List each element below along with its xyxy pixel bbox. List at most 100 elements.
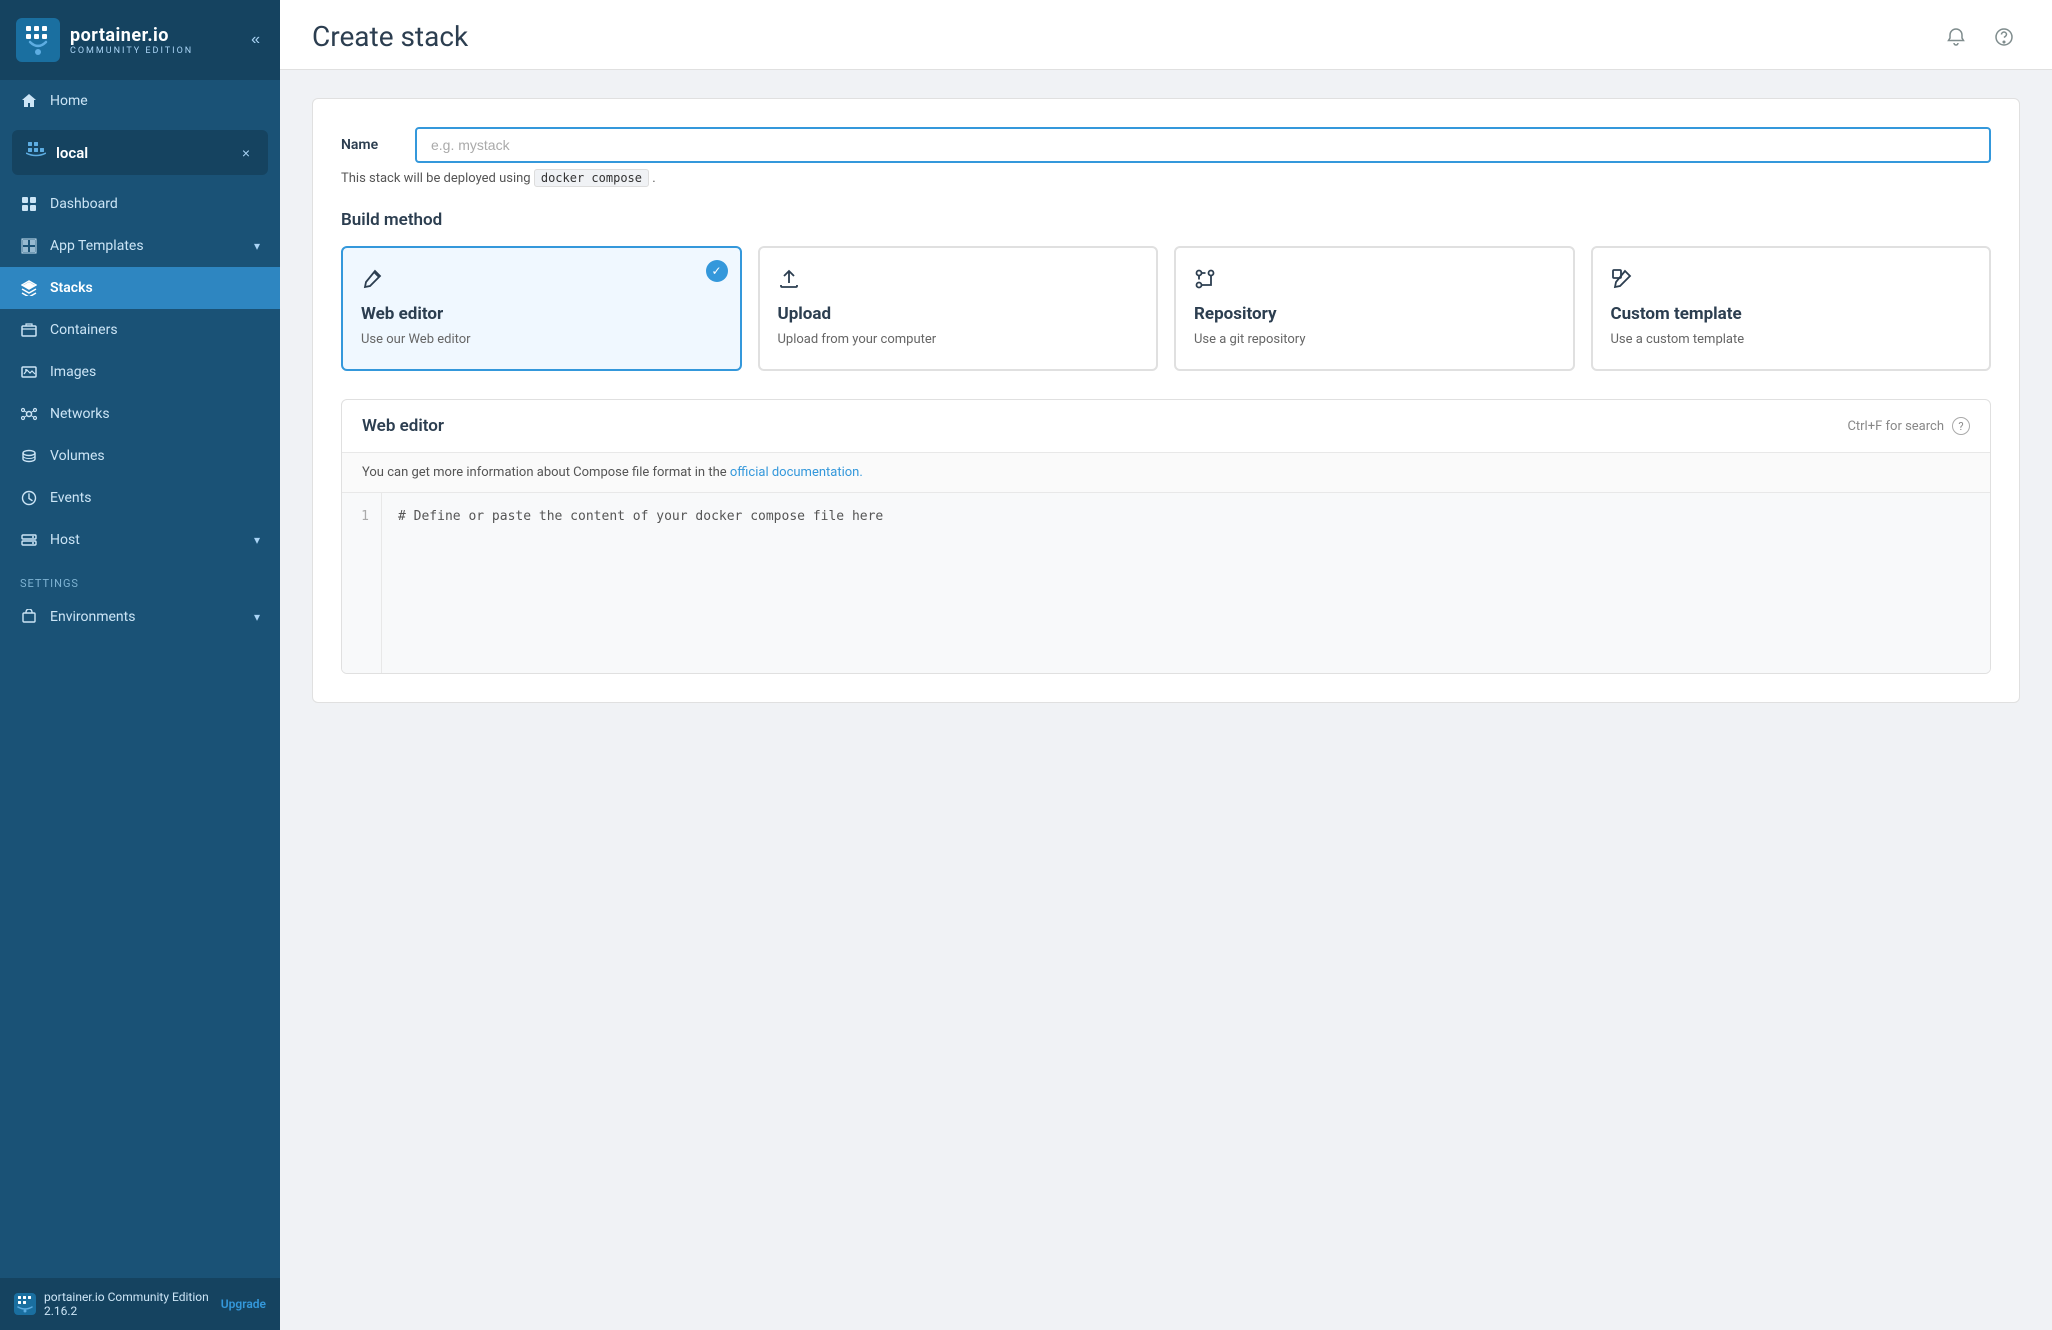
- deploy-tool: docker compose: [534, 169, 649, 187]
- containers-icon: [20, 321, 38, 339]
- sidebar-footer: portainer.io Community Edition 2.16.2 Up…: [0, 1278, 280, 1330]
- build-methods-container: ✓ Web editor Use our Web editor: [341, 246, 1991, 371]
- header-icons: [1940, 21, 2020, 53]
- events-icon: [20, 489, 38, 507]
- portainer-logo-icon: [16, 18, 60, 62]
- logo: portainer.io COMMUNITY EDITION: [16, 18, 193, 62]
- deploy-note: This stack will be deployed using docker…: [341, 171, 1991, 186]
- footer-logo-icon: [14, 1293, 36, 1315]
- name-form-row: Name: [341, 127, 1991, 163]
- method-title: Custom template: [1611, 303, 1972, 325]
- page-header: Create stack: [280, 0, 2052, 70]
- stack-name-input[interactable]: [415, 127, 1991, 163]
- name-label: Name: [341, 137, 391, 153]
- sidebar-item-home[interactable]: Home: [0, 80, 280, 122]
- sidebar-item-label: Stacks: [50, 280, 260, 296]
- sidebar-item-host[interactable]: Host ▾: [0, 519, 280, 561]
- editor-hint-text: Ctrl+F for search: [1847, 419, 1944, 434]
- page-title: Create stack: [312, 20, 468, 53]
- help-icon: [1994, 27, 2014, 47]
- dashboard-icon: [20, 195, 38, 213]
- docker-icon: [26, 140, 46, 165]
- sidebar-nav: Home local × Dashboard App Templates ▾: [0, 80, 280, 1278]
- app-edition: COMMUNITY EDITION: [70, 46, 193, 56]
- method-desc: Use a custom template: [1611, 331, 1972, 349]
- sidebar-item-app-templates[interactable]: App Templates ▾: [0, 225, 280, 267]
- host-icon: [20, 531, 38, 549]
- sidebar-item-label: Images: [50, 364, 260, 380]
- footer-app-name: portainer.io: [44, 1290, 105, 1304]
- sidebar-item-label: App Templates: [50, 238, 242, 254]
- sidebar-collapse-button[interactable]: «: [247, 27, 264, 53]
- official-docs-link[interactable]: official documentation.: [730, 465, 863, 480]
- networks-icon: [20, 405, 38, 423]
- bell-icon: [1946, 27, 1966, 47]
- template-icon: [20, 237, 38, 255]
- upgrade-link[interactable]: Upgrade: [221, 1297, 266, 1311]
- sidebar-item-environments[interactable]: Environments ▾: [0, 596, 280, 638]
- footer-app-edition: Community Edition: [108, 1290, 209, 1304]
- stacks-icon: [20, 279, 38, 297]
- build-method-title: Build method: [341, 210, 1991, 230]
- line-number: 1: [354, 509, 369, 524]
- upload-icon: [778, 268, 1139, 295]
- help-button[interactable]: [1988, 21, 2020, 53]
- sidebar-item-volumes[interactable]: Volumes: [0, 435, 280, 477]
- editor-hint: Ctrl+F for search ?: [1847, 417, 1970, 435]
- volumes-icon: [20, 447, 38, 465]
- logo-text: portainer.io COMMUNITY EDITION: [70, 25, 193, 56]
- environments-icon: [20, 608, 38, 626]
- main-content: Create stack Name: [280, 0, 2052, 1330]
- main-body: Name This stack will be deployed using d…: [280, 70, 2052, 731]
- method-custom-template[interactable]: Custom template Use a custom template: [1591, 246, 1992, 371]
- footer-version: 2.16.2: [44, 1304, 77, 1318]
- environment-section: local ×: [12, 130, 268, 175]
- web-editor-section: Web editor Ctrl+F for search ? You can g…: [341, 399, 1991, 674]
- environment-close-button[interactable]: ×: [238, 143, 254, 163]
- web-editor-icon: [361, 268, 722, 295]
- sidebar-item-label: Dashboard: [50, 196, 260, 212]
- sidebar-item-label: Environments: [50, 609, 242, 625]
- footer-app-info: portainer.io Community Edition 2.16.2: [44, 1290, 213, 1318]
- editor-header: Web editor Ctrl+F for search ?: [342, 400, 1990, 453]
- method-title: Upload: [778, 303, 1139, 325]
- chevron-down-icon: ▾: [254, 610, 260, 624]
- sidebar-item-events[interactable]: Events: [0, 477, 280, 519]
- method-title: Web editor: [361, 303, 722, 325]
- custom-template-icon: [1611, 268, 1972, 295]
- sidebar-item-label: Events: [50, 490, 260, 506]
- method-title: Repository: [1194, 303, 1555, 325]
- editor-info-bar: You can get more information about Compo…: [342, 453, 1990, 493]
- method-desc: Use a git repository: [1194, 331, 1555, 349]
- editor-title: Web editor: [362, 416, 444, 436]
- settings-section-label: Settings: [0, 561, 280, 596]
- notifications-button[interactable]: [1940, 21, 1972, 53]
- method-desc: Upload from your computer: [778, 331, 1139, 349]
- sidebar-item-label: Networks: [50, 406, 260, 422]
- app-name: portainer.io: [70, 25, 193, 46]
- line-numbers: 1: [342, 493, 382, 673]
- home-icon: [20, 92, 38, 110]
- sidebar-item-networks[interactable]: Networks: [0, 393, 280, 435]
- sidebar-item-label: Host: [50, 532, 242, 548]
- sidebar-item-containers[interactable]: Containers: [0, 309, 280, 351]
- sidebar-item-dashboard[interactable]: Dashboard: [0, 183, 280, 225]
- sidebar-item-stacks[interactable]: Stacks: [0, 267, 280, 309]
- environment-name: local: [56, 144, 228, 162]
- method-repository[interactable]: Repository Use a git repository: [1174, 246, 1575, 371]
- method-desc: Use our Web editor: [361, 331, 722, 349]
- images-icon: [20, 363, 38, 381]
- chevron-down-icon: ▾: [254, 533, 260, 547]
- method-web-editor[interactable]: ✓ Web editor Use our Web editor: [341, 246, 742, 371]
- sidebar: portainer.io COMMUNITY EDITION « Home lo…: [0, 0, 280, 1330]
- method-upload[interactable]: Upload Upload from your computer: [758, 246, 1159, 371]
- chevron-down-icon: ▾: [254, 239, 260, 253]
- selected-check-icon: ✓: [706, 260, 728, 282]
- sidebar-item-label: Volumes: [50, 448, 260, 464]
- editor-placeholder[interactable]: # Define or paste the content of your do…: [382, 493, 1990, 673]
- editor-body: 1 # Define or paste the content of your …: [342, 493, 1990, 673]
- sidebar-item-images[interactable]: Images: [0, 351, 280, 393]
- repository-icon: [1194, 268, 1555, 295]
- question-icon[interactable]: ?: [1952, 417, 1970, 435]
- sidebar-item-label: Containers: [50, 322, 260, 338]
